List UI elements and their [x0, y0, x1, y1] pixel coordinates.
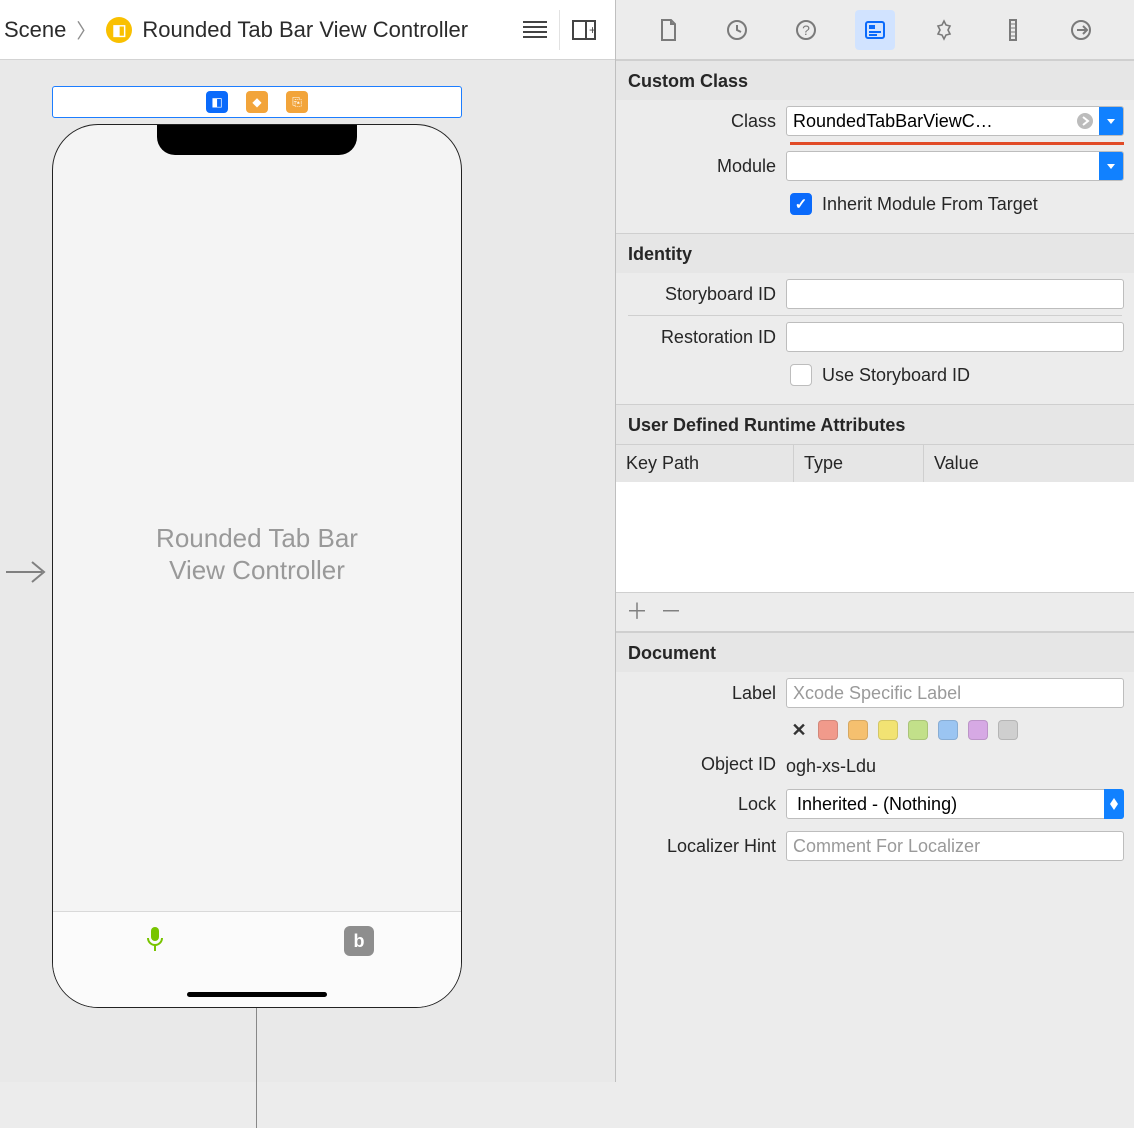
home-indicator: [187, 992, 327, 997]
entry-point-arrow-icon[interactable]: [4, 558, 48, 586]
canvas-bg[interactable]: ◧ ◆ ⎘ Rounded Tab Bar View Controller b: [0, 60, 615, 1082]
udra-header: User Defined Runtime Attributes: [616, 404, 1134, 444]
canvas-toolbar-right: +: [511, 10, 607, 50]
use-sid-checkbox[interactable]: [790, 364, 812, 386]
phone-label-line2: View Controller: [169, 555, 345, 585]
class-combobox[interactable]: [786, 106, 1124, 136]
inherit-module-label: Inherit Module From Target: [822, 194, 1038, 215]
use-sid-label: Use Storyboard ID: [822, 365, 970, 386]
module-label: Module: [628, 156, 778, 177]
b-app-icon: b: [344, 926, 374, 956]
object-id-value: ogh-xs-Ldu: [786, 752, 1124, 777]
class-dropdown-button[interactable]: [1099, 106, 1123, 136]
file-inspector-icon[interactable]: [648, 10, 688, 50]
lock-label: Lock: [628, 794, 778, 815]
module-dropdown-button[interactable]: [1099, 151, 1123, 181]
class-input[interactable]: [787, 111, 1071, 132]
inherit-module-row[interactable]: Inherit Module From Target: [616, 187, 1134, 233]
lock-caret-icon[interactable]: [1104, 789, 1124, 819]
udra-col-keypath[interactable]: Key Path: [616, 445, 794, 482]
restoration-id-label: Restoration ID: [628, 327, 778, 348]
assistant-icon[interactable]: +: [559, 10, 607, 50]
inspector-tab-row: ?: [616, 0, 1134, 60]
connections-inspector-icon[interactable]: [1061, 10, 1101, 50]
inherit-module-checkbox[interactable]: [790, 193, 812, 215]
color-orange[interactable]: [848, 720, 868, 740]
segue-line[interactable]: [256, 1008, 257, 1128]
localizer-hint-field[interactable]: [786, 831, 1124, 861]
attributes-inspector-icon[interactable]: [924, 10, 964, 50]
size-inspector-icon[interactable]: [993, 10, 1033, 50]
identity-inspector-icon[interactable]: [855, 10, 895, 50]
color-red[interactable]: [818, 720, 838, 740]
udra-col-type[interactable]: Type: [794, 445, 924, 482]
microphone-icon: [144, 926, 166, 959]
device-frame[interactable]: Rounded Tab Bar View Controller b: [52, 124, 462, 1008]
restoration-id-field[interactable]: [786, 322, 1124, 352]
color-purple[interactable]: [968, 720, 988, 740]
scene-title-bar[interactable]: ◧ ◆ ⎘: [52, 86, 462, 118]
canvas-toolbar: Scene 〉 ◧ Rounded Tab Bar View Controlle…: [0, 0, 615, 60]
udra-table-header: Key Path Type Value: [616, 445, 1134, 482]
doc-label-label: Label: [628, 683, 778, 704]
color-gray[interactable]: [998, 720, 1018, 740]
history-inspector-icon[interactable]: [717, 10, 757, 50]
lock-select[interactable]: Inherited - (Nothing): [786, 789, 1124, 819]
module-input[interactable]: [787, 156, 1099, 177]
first-responder-icon[interactable]: ◆: [246, 91, 268, 113]
color-blue[interactable]: [938, 720, 958, 740]
color-yellow[interactable]: [878, 720, 898, 740]
doc-label-field[interactable]: [786, 678, 1124, 708]
scene-controller-icon: ◧: [106, 17, 132, 43]
breadcrumb-scene[interactable]: Scene: [4, 17, 66, 43]
breadcrumb[interactable]: Scene 〉 ◧ Rounded Tab Bar View Controlle…: [4, 15, 503, 44]
object-id-label: Object ID: [628, 754, 778, 775]
svg-text:+: +: [589, 23, 596, 37]
remove-attribute-button[interactable]: －: [660, 601, 682, 623]
use-sid-row[interactable]: Use Storyboard ID: [616, 358, 1134, 404]
class-label: Class: [628, 111, 778, 132]
udra-tools: ＋ －: [616, 593, 1134, 632]
doc-color-row: ✕: [616, 714, 1134, 746]
lock-dropdown[interactable]: Inherited - (Nothing): [786, 789, 1124, 819]
udra-col-value[interactable]: Value: [924, 445, 1134, 482]
document-header: Document: [616, 632, 1134, 672]
custom-class-header: Custom Class: [616, 60, 1134, 100]
svg-text:?: ?: [802, 22, 810, 38]
identity-header: Identity: [616, 233, 1134, 273]
controller-icon[interactable]: ◧: [206, 91, 228, 113]
inspector-pane: ? Custom Class Class: [616, 0, 1134, 1082]
navigate-to-class-icon[interactable]: [1071, 107, 1099, 135]
phone-placeholder-label: Rounded Tab Bar View Controller: [53, 522, 461, 587]
help-inspector-icon[interactable]: ?: [786, 10, 826, 50]
storyboard-id-field[interactable]: [786, 279, 1124, 309]
outline-icon[interactable]: [511, 10, 559, 50]
add-attribute-button[interactable]: ＋: [626, 601, 648, 623]
device-notch: [157, 125, 357, 155]
localizer-hint-label: Localizer Hint: [628, 836, 778, 857]
phone-label-line1: Rounded Tab Bar: [156, 523, 358, 553]
udra-table[interactable]: Key Path Type Value: [616, 444, 1134, 593]
udra-table-body[interactable]: [616, 482, 1134, 592]
chevron-right-icon: 〉: [76, 15, 96, 44]
color-green[interactable]: [908, 720, 928, 740]
breadcrumb-controller[interactable]: Rounded Tab Bar View Controller: [142, 17, 468, 43]
exit-icon[interactable]: ⎘: [286, 91, 308, 113]
no-color-button[interactable]: ✕: [790, 721, 808, 739]
storyboard-id-label: Storyboard ID: [628, 284, 778, 305]
canvas-pane: Scene 〉 ◧ Rounded Tab Bar View Controlle…: [0, 0, 616, 1082]
module-combobox[interactable]: [786, 151, 1124, 181]
